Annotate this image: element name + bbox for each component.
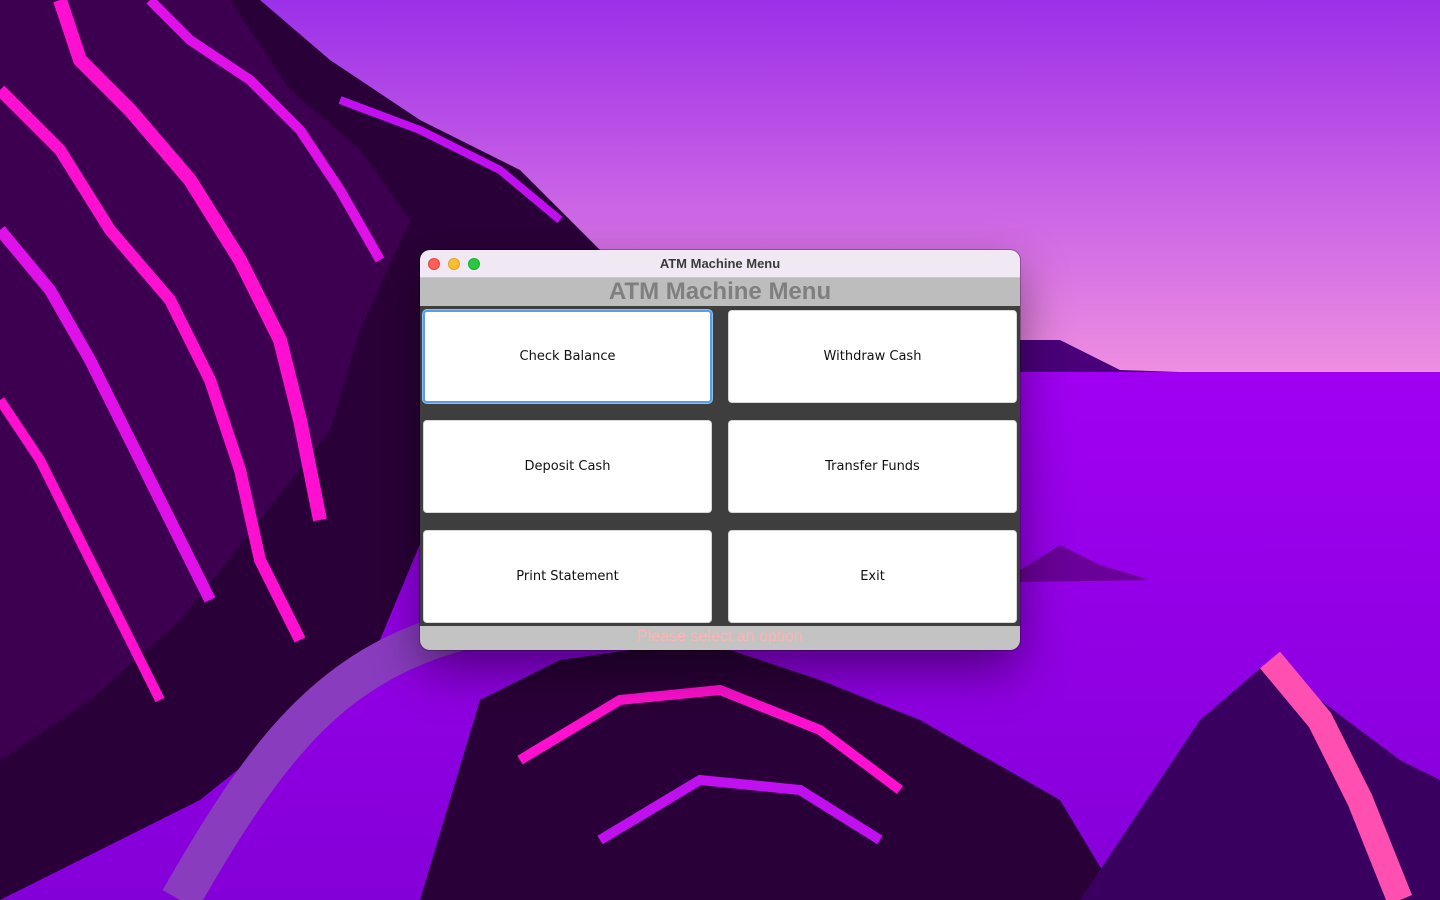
exit-button[interactable]: Exit [728, 530, 1017, 623]
window-title: ATM Machine Menu [659, 256, 781, 271]
print-statement-button[interactable]: Print Statement [423, 530, 712, 623]
check-balance-button[interactable]: Check Balance [423, 310, 712, 403]
menu-grid: Check Balance Withdraw Cash Deposit Cash… [420, 306, 1020, 626]
page-title: ATM Machine Menu [608, 278, 832, 305]
deposit-cash-button[interactable]: Deposit Cash [423, 420, 712, 513]
transfer-funds-button[interactable]: Transfer Funds [728, 420, 1017, 513]
status-message: Please select an option [637, 628, 803, 645]
title-bar: ATM Machine Menu [420, 250, 1020, 278]
status-panel: Please select an option [420, 626, 1020, 650]
withdraw-cash-button[interactable]: Withdraw Cash [728, 310, 1017, 403]
atm-window: ATM Machine Menu ATM Machine Menu Check … [420, 250, 1020, 650]
desktop: ATM Machine Menu ATM Machine Menu Check … [0, 0, 1440, 900]
header-panel: ATM Machine Menu [420, 278, 1020, 306]
